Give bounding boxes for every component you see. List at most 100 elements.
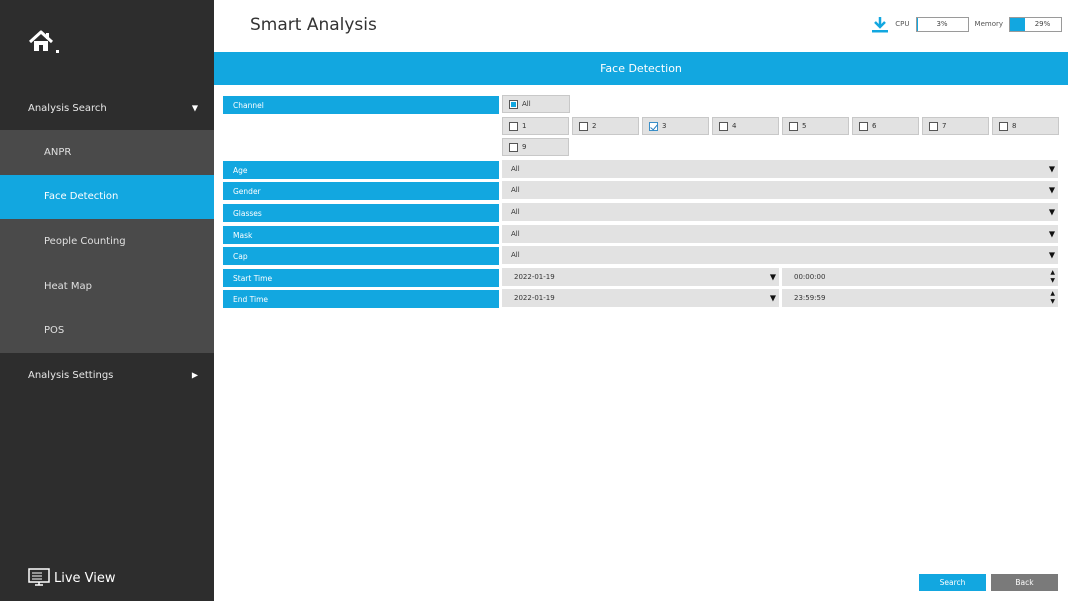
channel-checkbox-4[interactable]: 4 (712, 117, 779, 135)
checkbox-icon (789, 121, 798, 131)
channel-all-label: All (522, 100, 531, 108)
channel-checkbox-label: 1 (522, 122, 527, 130)
channel-checkbox-3[interactable]: 3 (642, 117, 709, 135)
caret-down-icon: ▼ (191, 103, 198, 113)
sidebar-item-label: Heat Map (44, 280, 93, 292)
age-value: All (511, 165, 520, 173)
sidebar: Analysis Search ▼ ANPR Face Detection Pe… (0, 0, 214, 601)
channel-checkbox-6[interactable]: 6 (852, 117, 919, 135)
channel-checkbox-7[interactable]: 7 (922, 117, 989, 135)
gender-value: All (511, 186, 520, 194)
sidebar-item-label: Face Detection (44, 191, 119, 203)
caret-down-icon: ▼ (1048, 229, 1055, 239)
sidebar-item-label: People Counting (44, 235, 126, 247)
caret-down-icon: ▼ (1048, 185, 1055, 195)
memory-label: Memory (974, 20, 1003, 28)
channel-all-checkbox[interactable]: All (502, 95, 570, 113)
checkbox-icon (859, 121, 868, 131)
age-label: Age (223, 161, 499, 179)
channel-checkbox-label: 2 (592, 122, 597, 130)
checkbox-icon (509, 142, 518, 152)
glasses-value: All (511, 208, 520, 216)
end-date-value: 2022-01-19 (514, 294, 555, 302)
analysis-search-submenu: ANPR Face Detection People Counting Heat… (0, 130, 214, 353)
page-title: Smart Analysis (250, 15, 377, 35)
start-time-label: Start Time (223, 269, 499, 287)
channel-checkbox-label: 5 (802, 122, 807, 130)
glasses-select[interactable]: All ▼ (502, 203, 1058, 221)
mask-value: All (511, 230, 520, 238)
cpu-value: 3% (936, 20, 948, 28)
sidebar-item-heat-map[interactable]: Heat Map (0, 263, 214, 309)
channel-checkbox-1[interactable]: 1 (502, 117, 569, 135)
sidebar-item-label: ANPR (44, 146, 72, 158)
channel-checkbox-8[interactable]: 8 (992, 117, 1059, 135)
end-date-select[interactable]: 2022-01-19 ▼ (502, 289, 779, 307)
cap-select[interactable]: All ▼ (502, 246, 1058, 264)
channel-checkbox-5[interactable]: 5 (782, 117, 849, 135)
caret-down-icon: ▼ (1048, 207, 1055, 217)
download-icon[interactable] (871, 15, 889, 33)
nav-analysis-settings-label: Analysis Settings (28, 369, 114, 381)
spinner-arrows-icon[interactable]: ▲ ▼ (1050, 269, 1055, 285)
search-button[interactable]: Search (919, 574, 986, 591)
checkbox-icon (649, 121, 658, 131)
checkbox-icon (719, 121, 728, 131)
age-select[interactable]: All ▼ (502, 160, 1058, 178)
gender-label: Gender (223, 182, 499, 200)
cap-value: All (511, 251, 520, 259)
end-time-label: End Time (223, 290, 499, 308)
start-date-select[interactable]: 2022-01-19 ▼ (502, 268, 779, 286)
monitor-icon (28, 568, 50, 586)
checkbox-icon (999, 121, 1008, 131)
channel-checkbox-label: 6 (872, 122, 877, 130)
channel-checkbox-label: 8 (1012, 122, 1017, 130)
mask-label: Mask (223, 226, 499, 244)
checkbox-icon (929, 121, 938, 131)
channel-checkbox-label: 3 (662, 122, 667, 130)
end-time-spinner[interactable]: 23:59:59 ▲ ▼ (782, 289, 1058, 307)
nav-analysis-settings[interactable]: Analysis Settings ▶ (0, 353, 214, 397)
channel-checkbox-9[interactable]: 9 (502, 138, 569, 156)
back-button[interactable]: Back (991, 574, 1058, 591)
caret-right-icon: ▶ (191, 370, 198, 380)
start-date-value: 2022-01-19 (514, 273, 555, 281)
nav-analysis-search-label: Analysis Search (28, 102, 107, 114)
spinner-arrows-icon[interactable]: ▲ ▼ (1050, 290, 1055, 306)
glasses-label: Glasses (223, 204, 499, 222)
cap-label: Cap (223, 247, 499, 265)
sidebar-item-people-counting[interactable]: People Counting (0, 219, 214, 264)
sidebar-item-label: POS (44, 325, 65, 337)
checkbox-icon (579, 121, 588, 131)
caret-down-icon: ▼ (1048, 164, 1055, 174)
checkbox-icon (509, 121, 518, 131)
system-stats: CPU 3% Memory 29% (871, 15, 1062, 33)
home-icon[interactable] (28, 28, 64, 58)
channel-checkbox-label: 9 (522, 143, 527, 151)
panel-title: Face Detection (214, 52, 1068, 85)
sidebar-item-anpr[interactable]: ANPR (0, 130, 214, 175)
live-view-button[interactable]: Live View (28, 568, 116, 588)
memory-meter-fill (1010, 17, 1025, 31)
cpu-label: CPU (895, 20, 910, 28)
start-time-spinner[interactable]: 00:00:00 ▲ ▼ (782, 268, 1058, 286)
live-view-label: Live View (54, 570, 116, 586)
channel-checkbox-2[interactable]: 2 (572, 117, 639, 135)
start-time-value: 00:00:00 (794, 273, 826, 281)
end-time-value: 23:59:59 (794, 294, 826, 302)
channel-checkbox-label: 4 (732, 122, 737, 130)
mask-select[interactable]: All ▼ (502, 225, 1058, 243)
cpu-meter: 3% (915, 16, 969, 32)
channel-checkbox-label: 7 (942, 122, 947, 130)
caret-down-icon: ▼ (769, 293, 776, 303)
caret-down-icon: ▼ (1048, 250, 1055, 260)
sidebar-item-pos[interactable]: POS (0, 308, 214, 353)
gender-select[interactable]: All ▼ (502, 181, 1058, 199)
caret-down-icon: ▼ (769, 272, 776, 282)
nav-analysis-search[interactable]: Analysis Search ▼ (0, 86, 214, 130)
memory-value: 29% (1034, 20, 1051, 28)
sidebar-item-face-detection[interactable]: Face Detection (0, 174, 214, 220)
channel-label: Channel (223, 96, 499, 114)
memory-meter: 29% (1009, 16, 1062, 32)
checkbox-icon (509, 99, 518, 109)
